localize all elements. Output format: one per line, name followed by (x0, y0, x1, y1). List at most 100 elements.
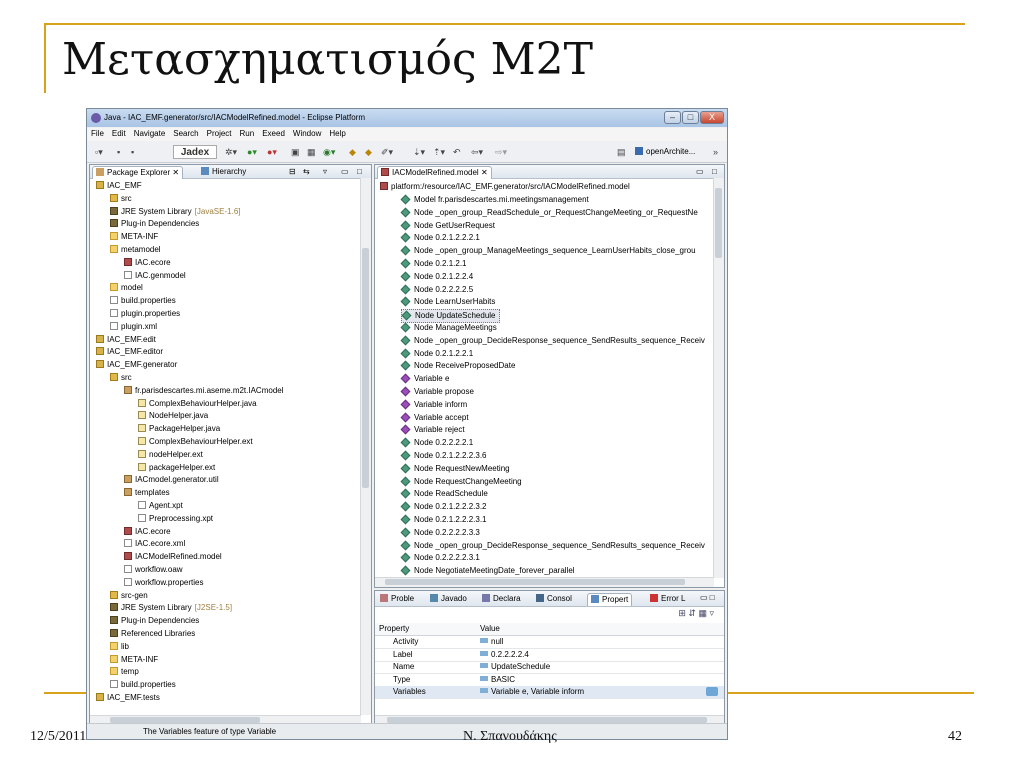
model-node-item[interactable]: Node 0.2.2.2.2.3.3 (400, 527, 480, 539)
model-variable-item[interactable]: Variable inform (400, 399, 467, 411)
view-menu-icon[interactable]: ▿ (709, 608, 714, 618)
model-node-item[interactable]: Node 0.2.1.2.2.2.3.6 (400, 450, 487, 462)
model-node-item[interactable]: Node 0.2.1.2.2.1 (400, 348, 473, 360)
minimize-editor-icon[interactable]: ▭ (693, 166, 707, 178)
maximize-editor-icon[interactable]: □ (709, 166, 720, 178)
maximize-button[interactable]: □ (682, 111, 699, 124)
explorer-item[interactable]: workflow.oaw (124, 564, 183, 576)
menu-run[interactable]: Run (236, 128, 259, 138)
tab-consol[interactable]: Consol (533, 593, 575, 605)
model-node-item[interactable]: Node 0.2.2.2.2.1 (400, 437, 473, 449)
model-node-item[interactable]: Node _open_group_DecideResponse_sequence… (400, 540, 705, 552)
external-tools-icon[interactable]: ●▾ (267, 146, 277, 158)
menu-exeed[interactable]: Exeed (258, 128, 289, 138)
explorer-item[interactable]: IAC.ecore (124, 257, 171, 269)
menu-search[interactable]: Search (169, 128, 202, 138)
model-node-item[interactable]: Node 0.2.2.2.2.3.1 (400, 552, 480, 564)
tab-hierarchy[interactable]: Hierarchy (198, 166, 249, 178)
explorer-item[interactable]: IACModelRefined.model (124, 551, 222, 563)
tab-proble[interactable]: Proble (377, 593, 417, 605)
explorer-item[interactable]: JRE System Library [JavaSE-1.6] (110, 206, 241, 218)
show-advanced-icon[interactable]: ⇵ (688, 608, 696, 618)
model-node-item[interactable]: Node ManageMeetings (400, 322, 497, 334)
explorer-item[interactable]: src-gen (110, 590, 148, 602)
explorer-item[interactable]: IAC.ecore (124, 526, 171, 538)
explorer-item[interactable]: plugin.properties (110, 308, 180, 320)
tab-javado[interactable]: Javado (427, 593, 470, 605)
model-node-item[interactable]: Node 0.2.1.2.2.2.3.2 (400, 501, 487, 513)
bottom-view-controls-icon[interactable]: ▭ □ (697, 592, 718, 604)
new-java-project-icon[interactable]: ▣ (291, 146, 300, 158)
menu-help[interactable]: Help (325, 128, 349, 138)
print-icon[interactable]: ▪ (131, 146, 134, 158)
explorer-item[interactable]: templates (124, 487, 170, 499)
property-row[interactable]: Variables Variable e, Variable inform (375, 686, 724, 699)
explorer-item[interactable]: src (110, 372, 132, 384)
menu-window[interactable]: Window (289, 128, 325, 138)
explorer-item[interactable]: Preprocessing.xpt (138, 513, 213, 525)
explorer-item[interactable]: workflow.properties (124, 577, 203, 589)
model-variable-item[interactable]: Variable reject (400, 424, 465, 436)
explorer-item[interactable]: IAC_EMF.tests (96, 692, 160, 704)
openarchitectureware-perspective-button[interactable]: openArchite... (635, 147, 695, 156)
explorer-item[interactable]: metamodel (110, 244, 161, 256)
edit-value-button[interactable] (706, 687, 718, 696)
menu-navigate[interactable]: Navigate (130, 128, 170, 138)
search-icon[interactable]: ✐▾ (381, 146, 393, 158)
model-node-item[interactable]: Node 0.2.1.2.2.2.1 (400, 232, 480, 244)
save-icon[interactable]: ▪ (117, 146, 120, 158)
model-node-item[interactable]: Node _open_group_ManageMeetings_sequence… (400, 245, 696, 257)
link-with-editor-icon[interactable]: ⇆ (300, 166, 313, 178)
collapse-all-icon[interactable]: ⊟ (286, 166, 299, 178)
explorer-item[interactable]: build.properties (110, 295, 176, 307)
model-node-item[interactable]: Node 0.2.2.2.2.5 (400, 284, 473, 296)
tab-declara[interactable]: Declara (479, 593, 524, 605)
model-node-item[interactable]: Node _open_group_ReadSchedule_or_Request… (400, 207, 698, 219)
explorer-item[interactable]: IAC.genmodel (124, 270, 186, 282)
explorer-item[interactable]: IAC_EMF (96, 180, 142, 192)
model-node-item[interactable]: Node 0.2.1.2.1 (400, 258, 466, 270)
explorer-item[interactable]: Referenced Libraries (110, 628, 195, 640)
explorer-item[interactable]: IAC_EMF.edit (96, 334, 156, 346)
explorer-item[interactable]: build.properties (110, 679, 176, 691)
model-node-item[interactable]: Node RequestNewMeeting (400, 463, 510, 475)
model-variable-item[interactable]: Variable accept (400, 412, 469, 424)
window-title-bar[interactable]: Java - IAC_EMF.generator/src/IACModelRef… (87, 109, 727, 127)
explorer-item[interactable]: PackageHelper.java (138, 423, 220, 435)
explorer-vertical-scrollbar[interactable] (360, 178, 371, 715)
tab-package-explorer[interactable]: Package Explorer ✕ (92, 166, 184, 179)
explorer-item[interactable]: IACmodel.generator.util (124, 474, 219, 486)
model-node-item[interactable]: Node NegotiateMeetingDate_forever_parall… (400, 565, 575, 577)
restore-default-icon[interactable]: ▦ (698, 608, 707, 618)
explorer-item[interactable]: JRE System Library [J2SE-1.5] (110, 602, 232, 614)
explorer-item[interactable]: IAC_EMF.generator (96, 359, 177, 371)
explorer-item[interactable]: META-INF (110, 231, 158, 243)
menu-file[interactable]: File (87, 128, 108, 138)
debug-icon[interactable]: ✲▾ (225, 146, 237, 158)
close-button[interactable]: X (700, 111, 724, 124)
explorer-item[interactable]: ComplexBehaviourHelper.java (138, 398, 257, 410)
forward-icon[interactable]: ⇨▾ (495, 146, 507, 158)
property-row[interactable]: Type BASIC (375, 674, 724, 687)
explorer-item[interactable]: NodeHelper.java (138, 410, 208, 422)
tab-propert[interactable]: Propert (587, 593, 633, 606)
model-node-item[interactable]: Node ReceiveProposedDate (400, 360, 515, 372)
open-type-icon[interactable]: ◆ (349, 146, 356, 158)
model-node-item[interactable]: Node GetUserRequest (400, 220, 495, 232)
explorer-item[interactable]: Plug-in Dependencies (110, 615, 199, 627)
model-node-item[interactable]: Node LearnUserHabits (400, 296, 495, 308)
tab-model-editor[interactable]: IACModelRefined.model ✕ (377, 166, 492, 179)
new-class-icon[interactable]: ◉▾ (323, 146, 335, 158)
open-perspective-icon[interactable]: ▤ (617, 146, 626, 158)
maximize-view-icon[interactable]: □ (354, 166, 365, 178)
back-icon[interactable]: ⇦▾ (471, 146, 483, 158)
minimize-button[interactable]: – (664, 111, 681, 124)
menu-edit[interactable]: Edit (108, 128, 130, 138)
model-variable-item[interactable]: Variable propose (400, 386, 474, 398)
resource-root-item[interactable]: platform:/resource/IAC_EMF.generator/src… (380, 181, 630, 193)
explorer-item[interactable]: Plug-in Dependencies (110, 218, 199, 230)
last-edit-location-icon[interactable]: ↶ (453, 146, 461, 158)
menu-project[interactable]: Project (203, 128, 236, 138)
property-row[interactable]: Label 0.2.2.2.2.4 (375, 649, 724, 662)
open-task-icon[interactable]: ◆ (365, 146, 372, 158)
